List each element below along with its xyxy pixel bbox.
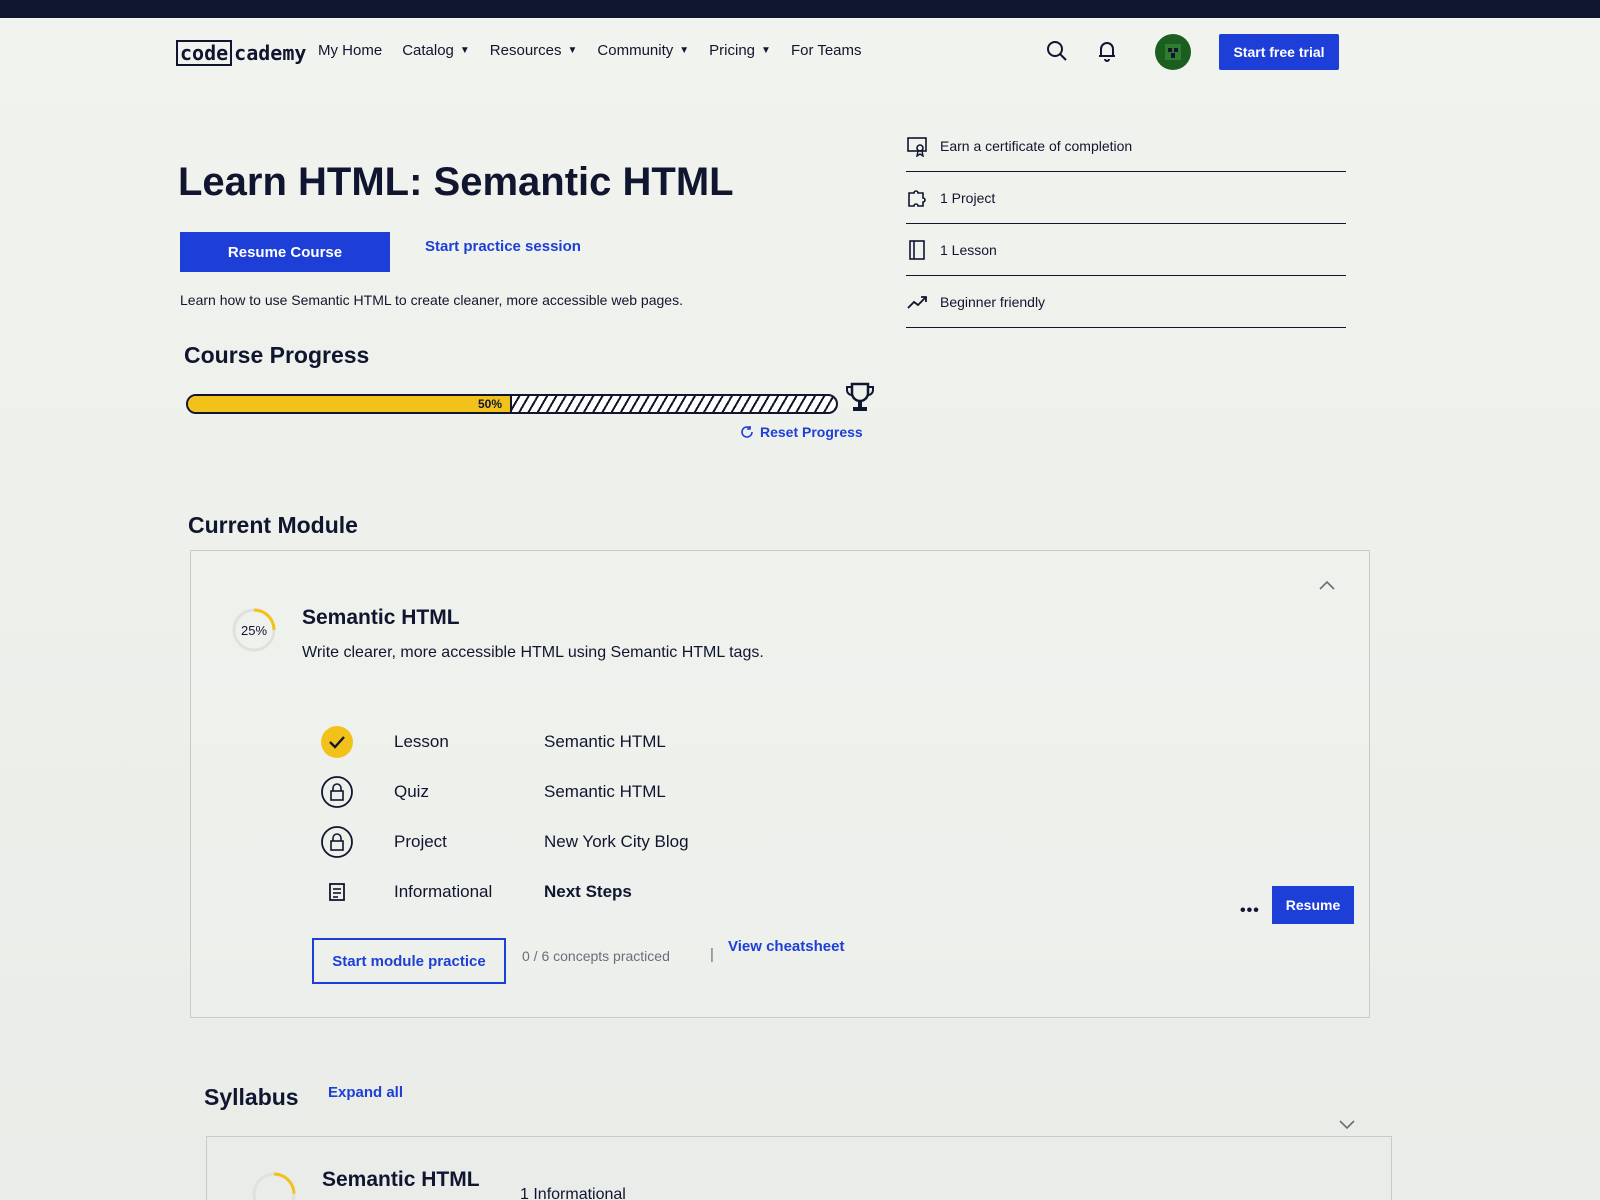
codecademy-logo[interactable]: code cademy <box>176 40 306 66</box>
info-certificate: Earn a certificate of completion <box>906 120 1346 172</box>
module-title: Semantic HTML <box>302 606 460 629</box>
chevron-up-icon[interactable] <box>1318 578 1336 596</box>
concepts-practiced-count: 0 / 6 concepts practiced <box>522 948 670 964</box>
module-item-project[interactable]: Project New York City Blog <box>320 824 860 860</box>
nav-for-teams[interactable]: For Teams <box>791 42 862 59</box>
caret-down-icon: ▼ <box>679 45 690 56</box>
reset-progress-link[interactable]: Reset Progress <box>740 424 863 440</box>
item-name: Next Steps <box>544 882 632 901</box>
article-icon <box>320 875 354 909</box>
lock-icon <box>320 775 354 809</box>
module-description: Write clearer, more accessible HTML usin… <box>302 644 764 661</box>
progress-percent-label: 50% <box>478 397 503 411</box>
resume-course-button[interactable]: Resume Course <box>180 232 390 272</box>
reset-progress-label: Reset Progress <box>760 424 863 440</box>
avatar[interactable] <box>1155 34 1191 70</box>
info-text: 1 Project <box>940 189 996 206</box>
certificate-icon <box>907 136 927 157</box>
current-module-heading: Current Module <box>188 512 358 538</box>
info-lesson: 1 Lesson <box>906 224 1346 276</box>
nav-resources[interactable]: Resources ▼ <box>490 42 578 59</box>
nav-label: My Home <box>318 42 383 59</box>
nav-label: For Teams <box>790 42 862 59</box>
caret-down-icon: ▼ <box>761 45 771 56</box>
search-icon[interactable] <box>1044 38 1070 64</box>
syllabus-heading: Syllabus <box>204 1084 299 1110</box>
nav-label: Community <box>597 42 674 59</box>
syllabus-module-info: 1 Informational <box>520 1186 626 1200</box>
view-cheatsheet-link[interactable]: View cheatsheet <box>728 938 844 955</box>
module-item-informational[interactable]: Informational Next Steps <box>320 874 860 910</box>
course-info-list: Earn a certificate of completion 1 Proje… <box>906 120 1346 328</box>
resume-module-button[interactable]: Resume <box>1272 886 1354 924</box>
nav-label: Resources <box>489 42 562 59</box>
start-practice-session-link[interactable]: Start practice session <box>425 238 581 255</box>
page-title: Learn HTML: Semantic HTML <box>178 160 734 204</box>
caret-down-icon: ▼ <box>567 45 578 56</box>
item-name: New York City Blog <box>544 832 689 851</box>
logo-text: cademy <box>234 41 307 65</box>
reset-icon <box>741 426 753 438</box>
nav-catalog[interactable]: Catalog ▼ <box>402 42 470 59</box>
item-type: Informational <box>394 882 493 901</box>
module-item-quiz[interactable]: Quiz Semantic HTML <box>320 774 860 810</box>
bell-icon[interactable] <box>1094 38 1120 64</box>
logo-box-text: code <box>176 40 233 66</box>
main-nav: My Home Catalog ▼ Resources ▼ Community ▼ P… <box>318 42 862 59</box>
item-type: Project <box>394 832 447 851</box>
top-banner <box>0 0 1600 18</box>
course-progress-bar: 50% <box>186 394 838 414</box>
lock-icon <box>320 825 354 859</box>
start-free-trial-button[interactable]: Start free trial <box>1219 34 1339 70</box>
item-type: Lesson <box>394 732 449 751</box>
course-description: Learn how to use Semantic HTML to create… <box>180 292 683 308</box>
info-project: 1 Project <box>906 172 1346 224</box>
course-progress-heading: Course Progress <box>184 342 370 368</box>
expand-all-link[interactable]: Expand all <box>328 1084 403 1101</box>
item-name: Semantic HTML <box>544 732 666 751</box>
item-type: Quiz <box>394 782 429 801</box>
check-icon <box>320 725 354 759</box>
info-text: Earn a certificate of completion <box>940 137 1133 154</box>
nav-my-home[interactable]: My Home <box>318 42 382 59</box>
syllabus-progress-ring <box>252 1172 296 1200</box>
puzzle-icon <box>908 189 926 207</box>
info-level: Beginner friendly <box>906 276 1346 328</box>
caret-down-icon: ▼ <box>459 45 470 56</box>
book-icon <box>909 239 925 260</box>
separator: | <box>710 946 714 963</box>
nav-label: Pricing <box>709 42 756 59</box>
chevron-down-icon[interactable] <box>1338 1118 1356 1136</box>
nav-pricing[interactable]: Pricing ▼ <box>709 42 771 59</box>
syllabus-module-title: Semantic HTML <box>322 1168 480 1191</box>
start-module-practice-button[interactable]: Start module practice <box>312 938 506 984</box>
item-name: Semantic HTML <box>544 782 666 801</box>
info-text: 1 Lesson <box>940 241 997 258</box>
nav-community[interactable]: Community ▼ <box>597 42 689 59</box>
module-item-lesson[interactable]: Lesson Semantic HTML <box>320 724 860 760</box>
info-text: Beginner friendly <box>940 293 1046 310</box>
trophy-icon <box>844 381 876 415</box>
more-options-icon[interactable]: ••• <box>1240 902 1260 920</box>
module-percent-label: 25% <box>240 622 268 638</box>
progress-fill <box>188 396 512 412</box>
trend-up-icon <box>907 295 927 309</box>
nav-label: Catalog <box>402 42 454 59</box>
